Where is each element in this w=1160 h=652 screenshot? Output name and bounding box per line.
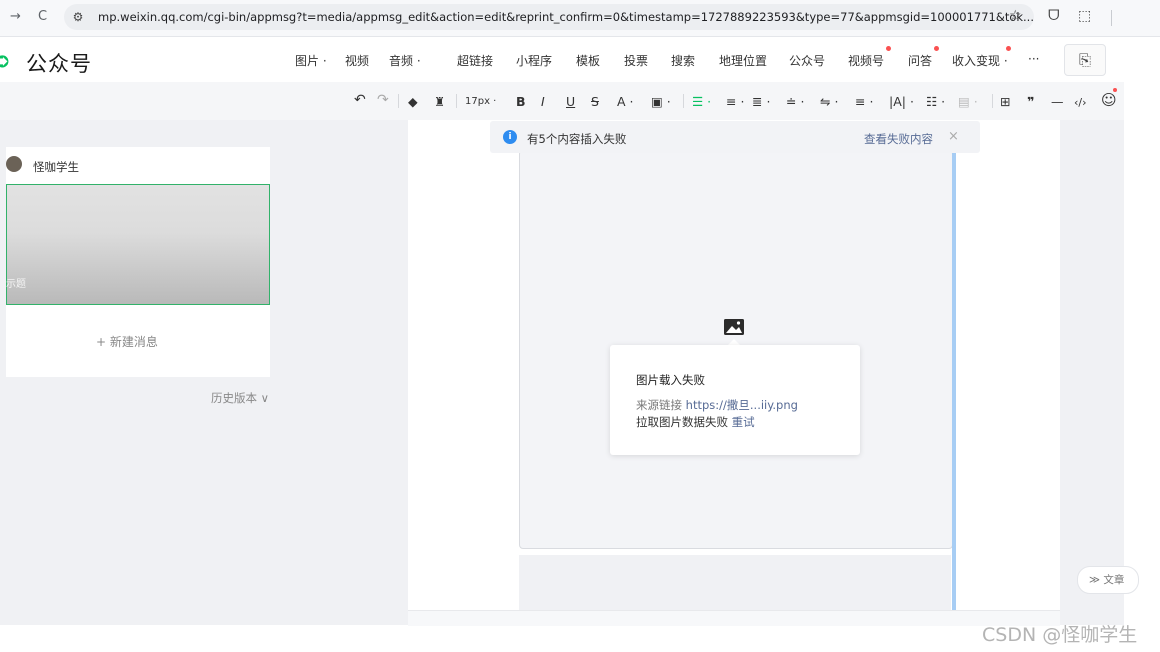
horizontal-rule-icon[interactable]: — [1051,94,1064,109]
quote-icon[interactable]: ❞ [1027,94,1034,109]
menu-mini-program[interactable]: 小程序 [516,52,552,69]
strikethrough-icon[interactable]: S [591,94,599,109]
view-failed-content-link[interactable]: 查看失败内容 [864,131,933,147]
info-icon: i [503,130,517,144]
letter-spacing-icon[interactable]: |A| · [889,94,914,109]
menu-image[interactable]: 图片 · [295,52,327,69]
source-link-url[interactable]: https://撒旦...iiy.png [686,398,798,412]
toolbar-divider [398,94,399,108]
popup-title: 图片载入失败 [636,373,705,387]
underline-icon[interactable]: U [566,94,575,109]
new-message-button[interactable]: + 新建消息 [96,333,158,350]
menu-qa[interactable]: 问答 [908,52,932,69]
editor-footer [408,610,1060,626]
content-block[interactable] [519,555,951,610]
broken-image-icon [724,319,744,335]
ordered-list-icon[interactable]: ▤ · [958,94,978,109]
toolbar-divider [456,94,457,108]
emoji-icon[interactable]: ☺ [1101,91,1117,109]
history-version-button[interactable]: 历史版本 ∨ [211,390,269,406]
indent-icon[interactable]: ≐ · [786,94,804,109]
notice-text: 有5个内容插入失败 [527,132,627,146]
menu-more[interactable]: ··· [1028,52,1039,66]
eraser-icon[interactable]: ◆ [408,94,418,109]
italic-icon[interactable]: I [541,94,545,109]
fetch-fail-text: 拉取图片数据失败 [636,415,728,429]
menu-channels[interactable]: 视频号 [848,52,884,69]
forward-arrow-icon[interactable]: → [10,9,21,24]
align-left-icon[interactable]: ☰ · [692,94,711,109]
account-name: 怪咖学生 [33,160,79,174]
redo-icon[interactable]: ↷ [377,92,389,108]
toolbar-divider [683,94,684,108]
right-gutter [1060,120,1124,625]
format-brush-icon[interactable]: ♜ [434,94,445,109]
align-center-icon[interactable]: ≡ · [726,94,744,109]
list-icon[interactable]: ☷ · [926,94,945,109]
site-info-icon[interactable]: ⚙ [66,7,90,27]
bookmark-star-icon[interactable]: ☆ [1009,8,1022,24]
toolbar-divider [992,94,993,108]
selection-indicator [952,150,956,610]
extension-icon[interactable]: ᗜ [1048,8,1060,24]
code-icon[interactable]: ‹/› [1074,96,1087,109]
reload-icon[interactable]: C [38,9,47,24]
editor-toolbar [0,82,1124,120]
menu-template[interactable]: 模板 [576,52,600,69]
watermark: CSDN @怪咖学生 [982,624,1138,646]
background-color-icon[interactable]: ▣ · [651,94,671,109]
emoji-red-dot [1113,88,1117,92]
avatar [6,156,22,172]
channels-red-dot [886,46,891,51]
source-link-label: 来源链接 [636,398,682,412]
extensions-puzzle-icon[interactable]: ⬚ [1078,8,1091,24]
menu-official-account[interactable]: 公众号 [789,52,825,69]
undo-icon[interactable]: ↶ [354,92,366,108]
paragraph-spacing-icon[interactable]: ≡ · [855,94,873,109]
menu-hyperlink[interactable]: 超链接 [457,52,493,69]
line-height-icon[interactable]: ⇋ · [820,94,838,109]
font-color-icon[interactable]: A · [617,94,634,109]
menu-vote[interactable]: 投票 [624,52,648,69]
close-icon[interactable]: × [948,129,959,144]
table-icon[interactable]: ⊞ [1000,94,1010,109]
doc-icon[interactable]: ⎘ [1064,44,1106,76]
font-size-select[interactable]: 17px · [465,96,496,107]
menu-audio[interactable]: 音频 · [389,52,421,69]
toolbar-divider [1111,10,1112,26]
align-right-icon[interactable]: ≣ · [752,94,770,109]
source-link-row: 来源链接 https://撒旦...iiy.png [636,397,798,413]
fetch-fail-row: 拉取图片数据失败 重试 [636,414,755,430]
menu-location[interactable]: 地理位置 [719,52,767,69]
app-logo-text: 公众号 [26,52,92,76]
monetize-red-dot [1006,46,1011,51]
article-cover-selected[interactable] [6,184,270,305]
retry-link[interactable]: 重试 [732,415,755,429]
bold-icon[interactable]: B [516,94,526,109]
menu-search[interactable]: 搜索 [671,52,695,69]
url-text[interactable]: mp.weixin.qq.com/cgi-bin/appmsg?t=media/… [98,10,1034,24]
cover-title: 示题 [6,279,26,290]
menu-monetize[interactable]: 收入变现 · [952,52,1008,69]
menu-video[interactable]: 视频 [345,52,369,69]
wechat-logo-icon: ➲ [0,48,11,72]
qa-red-dot [934,46,939,51]
article-toggle-label[interactable]: ≫ 文章 [1089,572,1124,587]
